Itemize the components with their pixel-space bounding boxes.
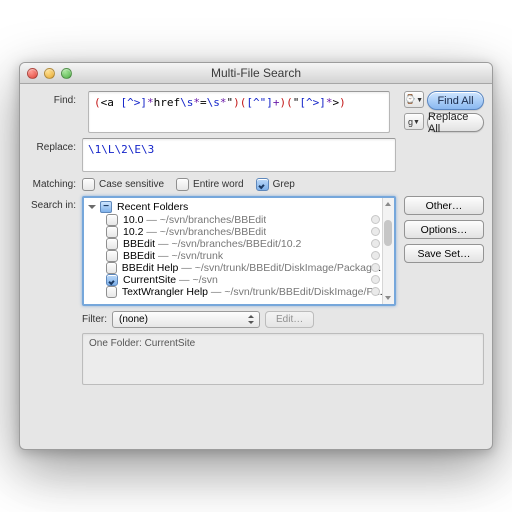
chevron-down-icon: ▼	[416, 97, 423, 104]
tree-item[interactable]: 10.2 — ~/svn/branches/BBEdit	[102, 226, 394, 238]
options-button[interactable]: Options…	[404, 220, 484, 239]
tree-item[interactable]: CurrentSite — ~/svn	[102, 274, 394, 286]
tree-item[interactable]: 10.0 — ~/svn/branches/BBEdit	[102, 214, 394, 226]
edit-filter-button: Edit…	[265, 311, 314, 328]
history-menu-button[interactable]: ⌚ ▼	[404, 91, 424, 108]
search-in-label: Search in:	[28, 196, 82, 306]
save-set-button[interactable]: Save Set…	[404, 244, 484, 263]
disclosure-triangle-icon[interactable]	[88, 205, 96, 209]
scrollbar[interactable]	[382, 198, 394, 304]
tree-item[interactable]: BBEdit — ~/svn/trunk	[102, 250, 394, 262]
other-button[interactable]: Other…	[404, 196, 484, 215]
reveal-icon[interactable]	[371, 227, 380, 236]
grep-menu-button[interactable]: g ▼	[404, 113, 424, 130]
window-controls	[27, 68, 72, 79]
clock-icon: ⌚	[405, 94, 416, 105]
matching-label: Matching:	[28, 179, 82, 190]
tree-item-checkbox[interactable]	[106, 262, 117, 274]
reveal-icon[interactable]	[371, 287, 380, 296]
scroll-up-icon[interactable]	[382, 198, 394, 210]
reveal-icon[interactable]	[371, 239, 380, 248]
reveal-icon[interactable]	[371, 215, 380, 224]
multi-file-search-window: Multi-File Search Find: (<a [^>]*href\s*…	[19, 62, 493, 450]
find-input[interactable]: (<a [^>]*href\s*=\s*")([^"]+)("[^>]*>)	[88, 91, 390, 133]
grep-checkbox[interactable]: Grep	[256, 178, 295, 191]
tree-item-checkbox[interactable]	[106, 238, 118, 250]
entire-word-checkbox[interactable]: Entire word	[176, 178, 244, 191]
tree-item[interactable]: TextWrangler Help — ~/svn/trunk/BBEdit/D…	[102, 286, 394, 298]
tree-item-label: TextWrangler Help — ~/svn/trunk/BBEdit/D…	[122, 286, 390, 298]
titlebar[interactable]: Multi-File Search	[20, 63, 492, 84]
tree-item-checkbox[interactable]	[106, 286, 117, 298]
tree-item-checkbox[interactable]	[106, 214, 118, 226]
tree-header-label: Recent Folders	[117, 201, 188, 213]
tree-item-checkbox[interactable]	[106, 226, 118, 238]
zoom-icon[interactable]	[61, 68, 72, 79]
close-icon[interactable]	[27, 68, 38, 79]
find-all-button[interactable]: Find All	[427, 91, 484, 110]
tree-item-label: 10.0 — ~/svn/branches/BBEdit	[123, 214, 266, 226]
tree-item-label: BBEdit — ~/svn/trunk	[123, 250, 223, 262]
replace-label: Replace:	[28, 138, 82, 172]
filter-value: (none)	[119, 314, 148, 325]
tree-item-label: BBEdit — ~/svn/branches/BBEdit/10.2	[123, 238, 301, 250]
filter-label: Filter:	[82, 314, 107, 325]
scroll-down-icon[interactable]	[382, 292, 394, 304]
tree-item-label: BBEdit Help — ~/svn/trunk/BBEdit/DiskIma…	[122, 262, 390, 274]
tree-header-row[interactable]: − Recent Folders	[84, 200, 394, 214]
summary-text: One Folder: CurrentSite	[89, 338, 195, 349]
search-summary: One Folder: CurrentSite	[82, 333, 484, 385]
reveal-icon[interactable]	[371, 263, 380, 272]
window-title: Multi-File Search	[211, 66, 301, 80]
mixed-state-checkbox[interactable]: −	[100, 201, 112, 213]
case-sensitive-checkbox[interactable]: Case sensitive	[82, 178, 164, 191]
replace-all-button[interactable]: Replace All	[427, 113, 484, 132]
minimize-icon[interactable]	[44, 68, 55, 79]
replace-input[interactable]: \1\L\2\E\3	[82, 138, 396, 172]
filter-popup[interactable]: (none)	[112, 311, 260, 328]
scroll-thumb[interactable]	[384, 220, 392, 246]
tree-item-label: 10.2 — ~/svn/branches/BBEdit	[123, 226, 266, 238]
reveal-icon[interactable]	[371, 251, 380, 260]
reveal-icon[interactable]	[371, 275, 380, 284]
tree-item-label: CurrentSite — ~/svn	[123, 274, 218, 286]
chevron-down-icon: ▼	[413, 119, 420, 126]
tree-item[interactable]: BBEdit — ~/svn/branches/BBEdit/10.2	[102, 238, 394, 250]
tree-item-checkbox[interactable]	[106, 250, 118, 262]
tree-item[interactable]: BBEdit Help — ~/svn/trunk/BBEdit/DiskIma…	[102, 262, 394, 274]
tree-item-checkbox[interactable]	[106, 274, 118, 286]
search-in-tree[interactable]: − Recent Folders 10.0 — ~/svn/branches/B…	[82, 196, 396, 306]
find-label: Find:	[28, 91, 82, 106]
